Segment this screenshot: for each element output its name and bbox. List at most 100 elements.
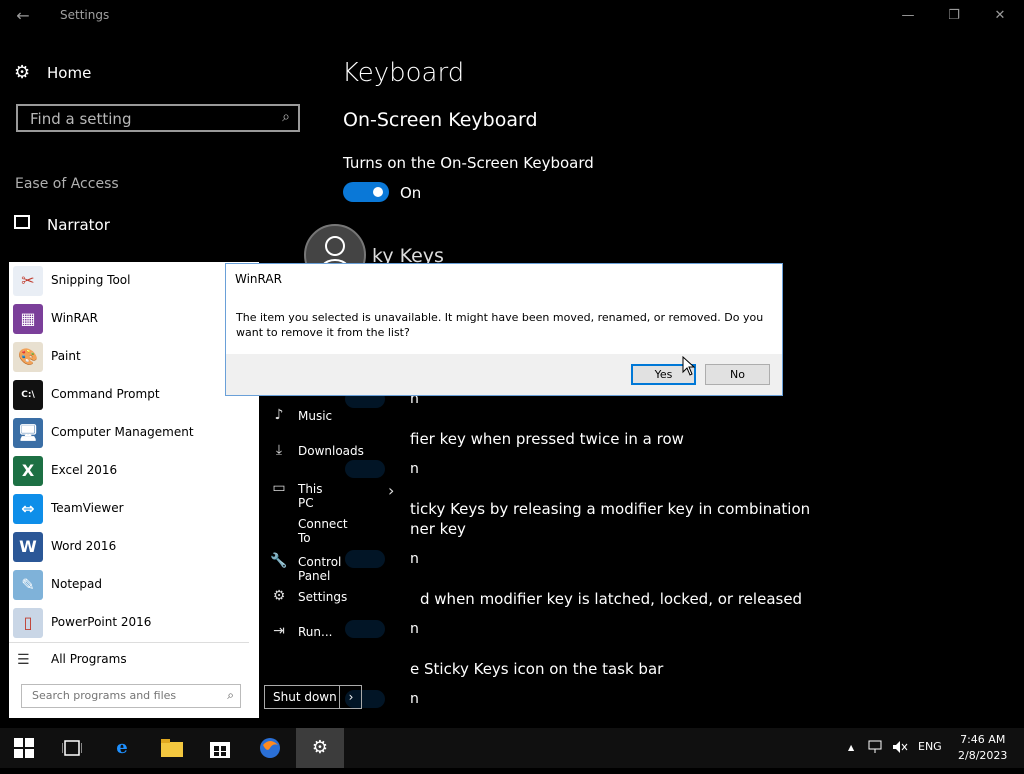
- internet-explorer-icon[interactable]: e: [98, 728, 146, 768]
- clock-time: 7:46 AM: [960, 733, 1006, 746]
- start-right-label: Music: [298, 409, 333, 423]
- start-program-item[interactable]: C:\ Command Prompt: [9, 376, 259, 414]
- control-panel-icon: 🔧: [270, 553, 288, 569]
- osk-toggle-state: On: [400, 184, 422, 202]
- start-program-item[interactable]: ▯ PowerPoint 2016: [9, 604, 259, 642]
- paint-icon: 🎨: [13, 342, 43, 372]
- start-menu-programs: ✂ Snipping Tool ▦ WinRAR 🎨 Paint C:\ Command Pr…: [9, 262, 259, 718]
- start-program-item[interactable]: ✎ Notepad: [9, 566, 259, 604]
- start-program-item[interactable]: 🎨 Paint: [9, 338, 259, 376]
- file-explorer-icon[interactable]: [148, 728, 196, 768]
- toggle-state-2: n: [410, 461, 419, 477]
- dialog-title: WinRAR: [235, 272, 282, 286]
- minimize-button[interactable]: —: [888, 4, 928, 28]
- close-button[interactable]: ✕: [980, 4, 1020, 28]
- dialog-footer: [226, 354, 782, 395]
- start-program-item[interactable]: 🖥 Computer Management: [9, 414, 259, 452]
- toggle-state-3: n: [410, 551, 419, 567]
- run-icon: ⇥: [273, 623, 285, 639]
- section-ease-of-access: Ease of Access: [15, 176, 119, 192]
- start-program-item[interactable]: W Word 2016: [9, 528, 259, 566]
- shutdown-label[interactable]: Shut down: [273, 690, 337, 704]
- shutdown-options-arrow[interactable]: ›: [339, 686, 362, 708]
- osk-toggle[interactable]: [343, 182, 389, 202]
- section-title-osk: On-Screen Keyboard: [343, 109, 538, 131]
- volume-muted-icon[interactable]: [892, 740, 908, 757]
- start-program-label: Computer Management: [51, 425, 194, 439]
- sidebar-item-narrator[interactable]: Narrator: [47, 216, 110, 234]
- input-language[interactable]: ENG: [918, 740, 942, 753]
- search-icon[interactable]: ⌕: [227, 688, 234, 703]
- back-arrow-icon[interactable]: ←: [10, 5, 36, 27]
- start-program-label: Word 2016: [51, 539, 117, 553]
- this-pc-icon: ▭: [272, 480, 286, 496]
- toggle-state-4: n: [410, 621, 419, 637]
- settings-titlebar: ← Settings — ❐ ✕: [0, 0, 1024, 32]
- excel-icon: X: [13, 456, 43, 486]
- task-view-icon[interactable]: [48, 728, 96, 768]
- winrar-dialog: WinRAR The item you selected is unavaila…: [225, 263, 783, 396]
- computer-management-icon: 🖥: [13, 418, 43, 448]
- toggle-state-5: n: [410, 691, 419, 707]
- downloads-icon: ⤓: [275, 442, 283, 458]
- no-button[interactable]: No: [705, 364, 770, 385]
- all-programs-link[interactable]: All Programs: [51, 652, 127, 666]
- command-prompt-icon: C:\: [13, 380, 43, 410]
- network-icon[interactable]: [868, 740, 884, 757]
- sidebar-home[interactable]: Home: [47, 64, 91, 82]
- start-right-label: Connect To: [298, 517, 348, 545]
- winrar-icon: ▦: [13, 304, 43, 334]
- word-icon: W: [13, 532, 43, 562]
- window-title: Settings: [60, 8, 110, 22]
- setting-search-box[interactable]: ⌕: [16, 104, 300, 132]
- start-search-box[interactable]: ⌕: [21, 684, 241, 708]
- start-right-label: Settings: [298, 590, 348, 604]
- snipping-tool-icon: ✂: [13, 266, 43, 296]
- narrator-icon: [14, 215, 30, 229]
- clock[interactable]: 7:46 AM 2/8/2023: [958, 732, 1007, 764]
- start-program-label: Notepad: [51, 577, 102, 591]
- sticky-option-4: e Sticky Keys icon on the task bar: [410, 660, 664, 678]
- setting-search-input[interactable]: [28, 109, 272, 129]
- chevron-right-icon[interactable]: ›: [388, 481, 394, 500]
- start-program-item[interactable]: X Excel 2016: [9, 452, 259, 490]
- start-program-label: Excel 2016: [51, 463, 118, 477]
- start-program-item[interactable]: ⇔ TeamViewer: [9, 490, 259, 528]
- divider: [9, 642, 249, 643]
- all-programs-icon: ☰: [17, 652, 30, 668]
- start-program-label: Command Prompt: [51, 387, 160, 401]
- toggle-knob: [373, 187, 383, 197]
- gear-icon[interactable]: ⚙: [14, 62, 30, 83]
- avatar-head: [325, 236, 345, 256]
- clock-date: 2/8/2023: [958, 749, 1008, 762]
- notepad-icon: ✎: [13, 570, 43, 600]
- taskbar: e ⚙ ▲ ENG 7:46 AM 2/8/2023: [0, 728, 1024, 768]
- firefox-icon[interactable]: [246, 728, 294, 768]
- powerpoint-icon: ▯: [13, 608, 43, 638]
- start-right-label: This PC: [298, 482, 323, 510]
- start-search-input[interactable]: [30, 688, 214, 703]
- maximize-button[interactable]: ❐: [934, 4, 974, 28]
- start-program-label: WinRAR: [51, 311, 98, 325]
- osk-description: Turns on the On-Screen Keyboard: [343, 154, 594, 172]
- start-right-label: Control Panel: [298, 555, 342, 583]
- sticky-option-1: fier key when pressed twice in a row: [410, 430, 684, 448]
- page-title: Keyboard: [342, 58, 465, 88]
- start-program-label: Snipping Tool: [51, 273, 131, 287]
- start-program-item[interactable]: ▦ WinRAR: [9, 300, 259, 338]
- shutdown-button[interactable]: Shut down ›: [264, 685, 362, 709]
- store-icon[interactable]: [196, 728, 244, 768]
- start-program-item[interactable]: ✂ Snipping Tool: [9, 262, 259, 300]
- settings-taskbar-icon[interactable]: ⚙: [296, 728, 344, 768]
- windows-icon[interactable]: [0, 728, 48, 768]
- teamviewer-icon: ⇔: [13, 494, 43, 524]
- start-right-label: Downloads: [298, 444, 364, 458]
- sticky-option-2-cont: ner key: [410, 520, 466, 538]
- search-icon[interactable]: ⌕: [282, 109, 290, 125]
- start-program-label: PowerPoint 2016: [51, 615, 152, 629]
- show-hidden-icons-icon[interactable]: ▲: [848, 743, 854, 752]
- mouse-cursor-icon: [682, 356, 696, 376]
- settings-icon: ⚙: [272, 588, 286, 604]
- start-program-label: Paint: [51, 349, 81, 363]
- start-program-label: TeamViewer: [51, 501, 124, 515]
